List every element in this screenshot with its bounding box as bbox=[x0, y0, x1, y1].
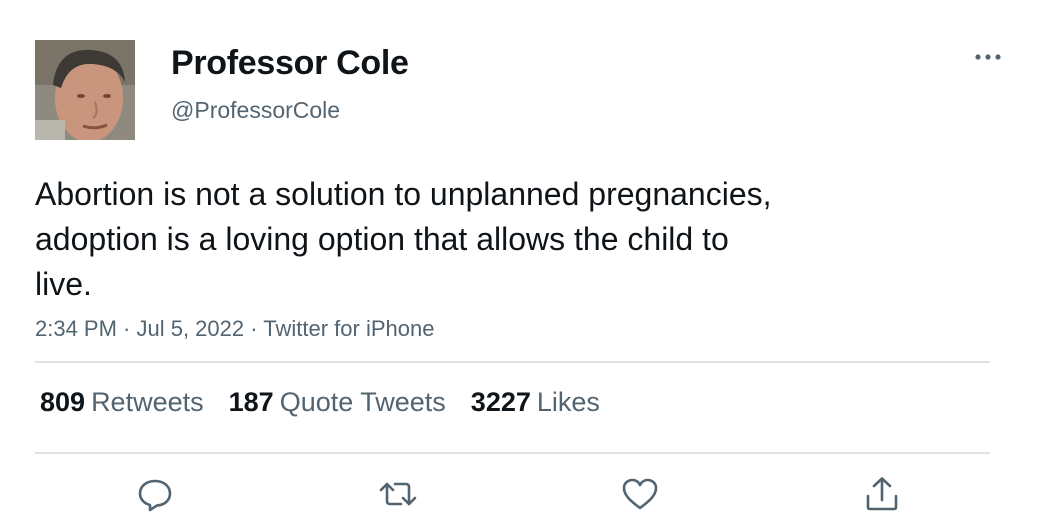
engagement-stats: 809 Retweets 187 Quote Tweets 3227 Likes bbox=[40, 387, 625, 418]
tweet-text: Abortion is not a solution to unplanned … bbox=[35, 176, 772, 302]
likes-stat[interactable]: 3227 Likes bbox=[471, 387, 600, 418]
more-button[interactable] bbox=[970, 44, 1006, 70]
tweet-timestamp[interactable]: 2:34 PM · Jul 5, 2022 · Twitter for iPho… bbox=[35, 316, 434, 342]
share-button[interactable] bbox=[862, 474, 902, 514]
divider-bottom bbox=[35, 452, 990, 454]
likes-count: 3227 bbox=[470, 387, 531, 417]
avatar-photo bbox=[35, 40, 135, 140]
avatar[interactable] bbox=[35, 40, 135, 140]
divider-top bbox=[35, 361, 990, 363]
retweets-label: Retweets bbox=[91, 387, 204, 417]
user-handle[interactable]: @ProfessorCole bbox=[171, 97, 340, 124]
share-icon bbox=[866, 477, 898, 511]
quote-tweets-label: Quote Tweets bbox=[279, 387, 446, 417]
like-button[interactable] bbox=[620, 474, 660, 514]
more-icon bbox=[975, 54, 1001, 60]
quote-tweets-count: 187 bbox=[228, 387, 274, 417]
quote-tweets-stat[interactable]: 187 Quote Tweets bbox=[229, 387, 446, 418]
retweet-icon bbox=[379, 482, 417, 506]
reply-button[interactable] bbox=[135, 474, 175, 514]
likes-label: Likes bbox=[536, 387, 600, 417]
reply-icon bbox=[138, 479, 172, 512]
retweet-button[interactable] bbox=[378, 474, 418, 514]
retweets-count: 809 bbox=[40, 387, 86, 417]
like-icon bbox=[622, 478, 658, 510]
display-name[interactable]: Professor Cole bbox=[171, 44, 409, 83]
retweets-stat[interactable]: 809 Retweets bbox=[40, 387, 204, 418]
